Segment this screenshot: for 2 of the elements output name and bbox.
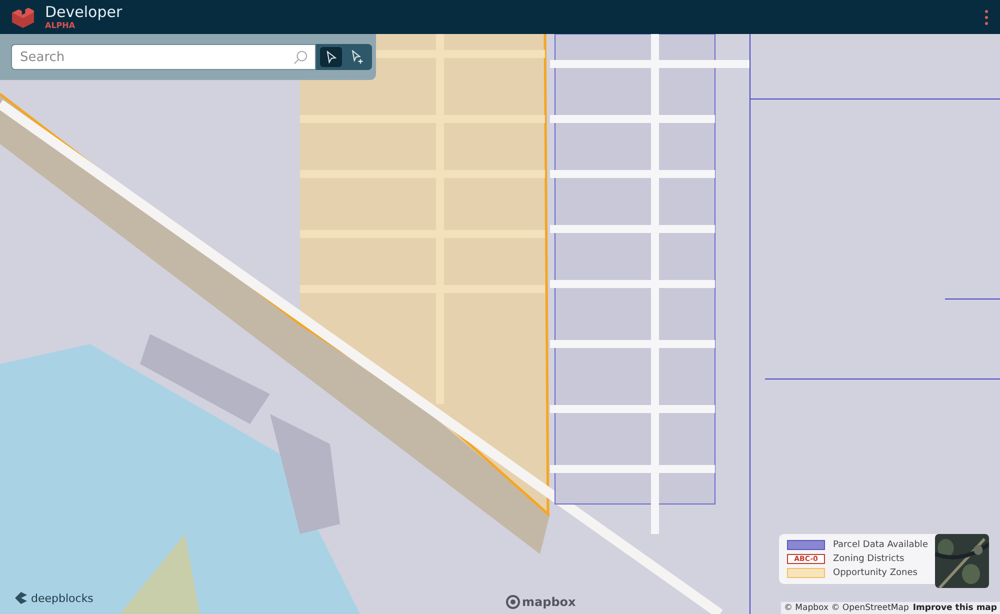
app-title: Developer [45,4,124,20]
alpha-label: ALPHA [45,22,76,30]
